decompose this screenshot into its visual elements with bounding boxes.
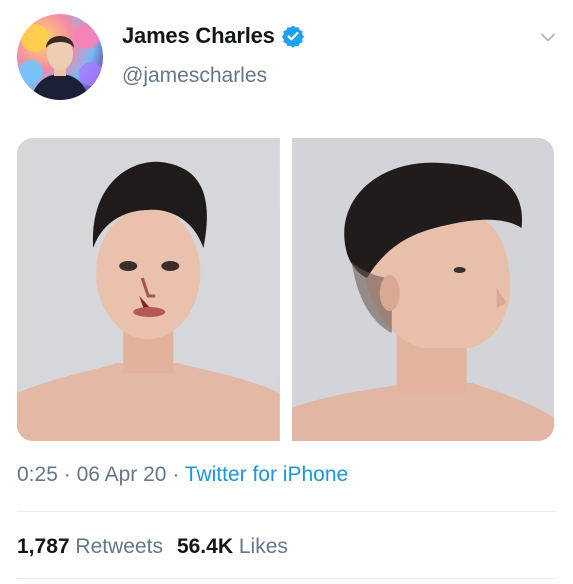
- author-name-row[interactable]: James Charles: [122, 23, 305, 49]
- likes-count: 56.4K: [176, 535, 233, 558]
- tweet-stats: 1,787 Retweets 56.4K Likes: [17, 535, 288, 559]
- retweets-stat[interactable]: 1,787 Retweets: [17, 535, 163, 558]
- tweet-meta: 0:25 · 06 Apr 20 · Twitter for iPhone: [17, 463, 348, 487]
- tweet-date[interactable]: 06 Apr 20: [77, 463, 167, 486]
- likes-stat[interactable]: 56.4K Likes: [177, 535, 288, 558]
- chevron-down-icon[interactable]: [539, 28, 557, 46]
- retweets-count: 1,787: [17, 535, 70, 558]
- verified-badge-icon: [281, 24, 305, 48]
- divider: [17, 578, 556, 579]
- likes-label: Likes: [238, 535, 288, 558]
- tweet-card: James Charles @jamescharles 0:25 · 06 Ap…: [0, 0, 573, 584]
- author-display-name[interactable]: James Charles: [122, 23, 275, 49]
- meta-separator: ·: [172, 463, 180, 486]
- avatar-image: [19, 23, 103, 100]
- avatar[interactable]: [17, 14, 103, 100]
- retweets-label: Retweets: [75, 535, 163, 558]
- author-handle[interactable]: @jamescharles: [122, 64, 267, 88]
- side-profile-photo[interactable]: [291, 138, 554, 441]
- meta-separator: ·: [63, 463, 71, 486]
- tweet-source-link[interactable]: Twitter for iPhone: [185, 463, 348, 486]
- front-portrait-photo[interactable]: [17, 138, 280, 441]
- divider: [17, 511, 556, 512]
- tweet-time[interactable]: 0:25: [17, 463, 58, 486]
- media-grid: [17, 138, 554, 441]
